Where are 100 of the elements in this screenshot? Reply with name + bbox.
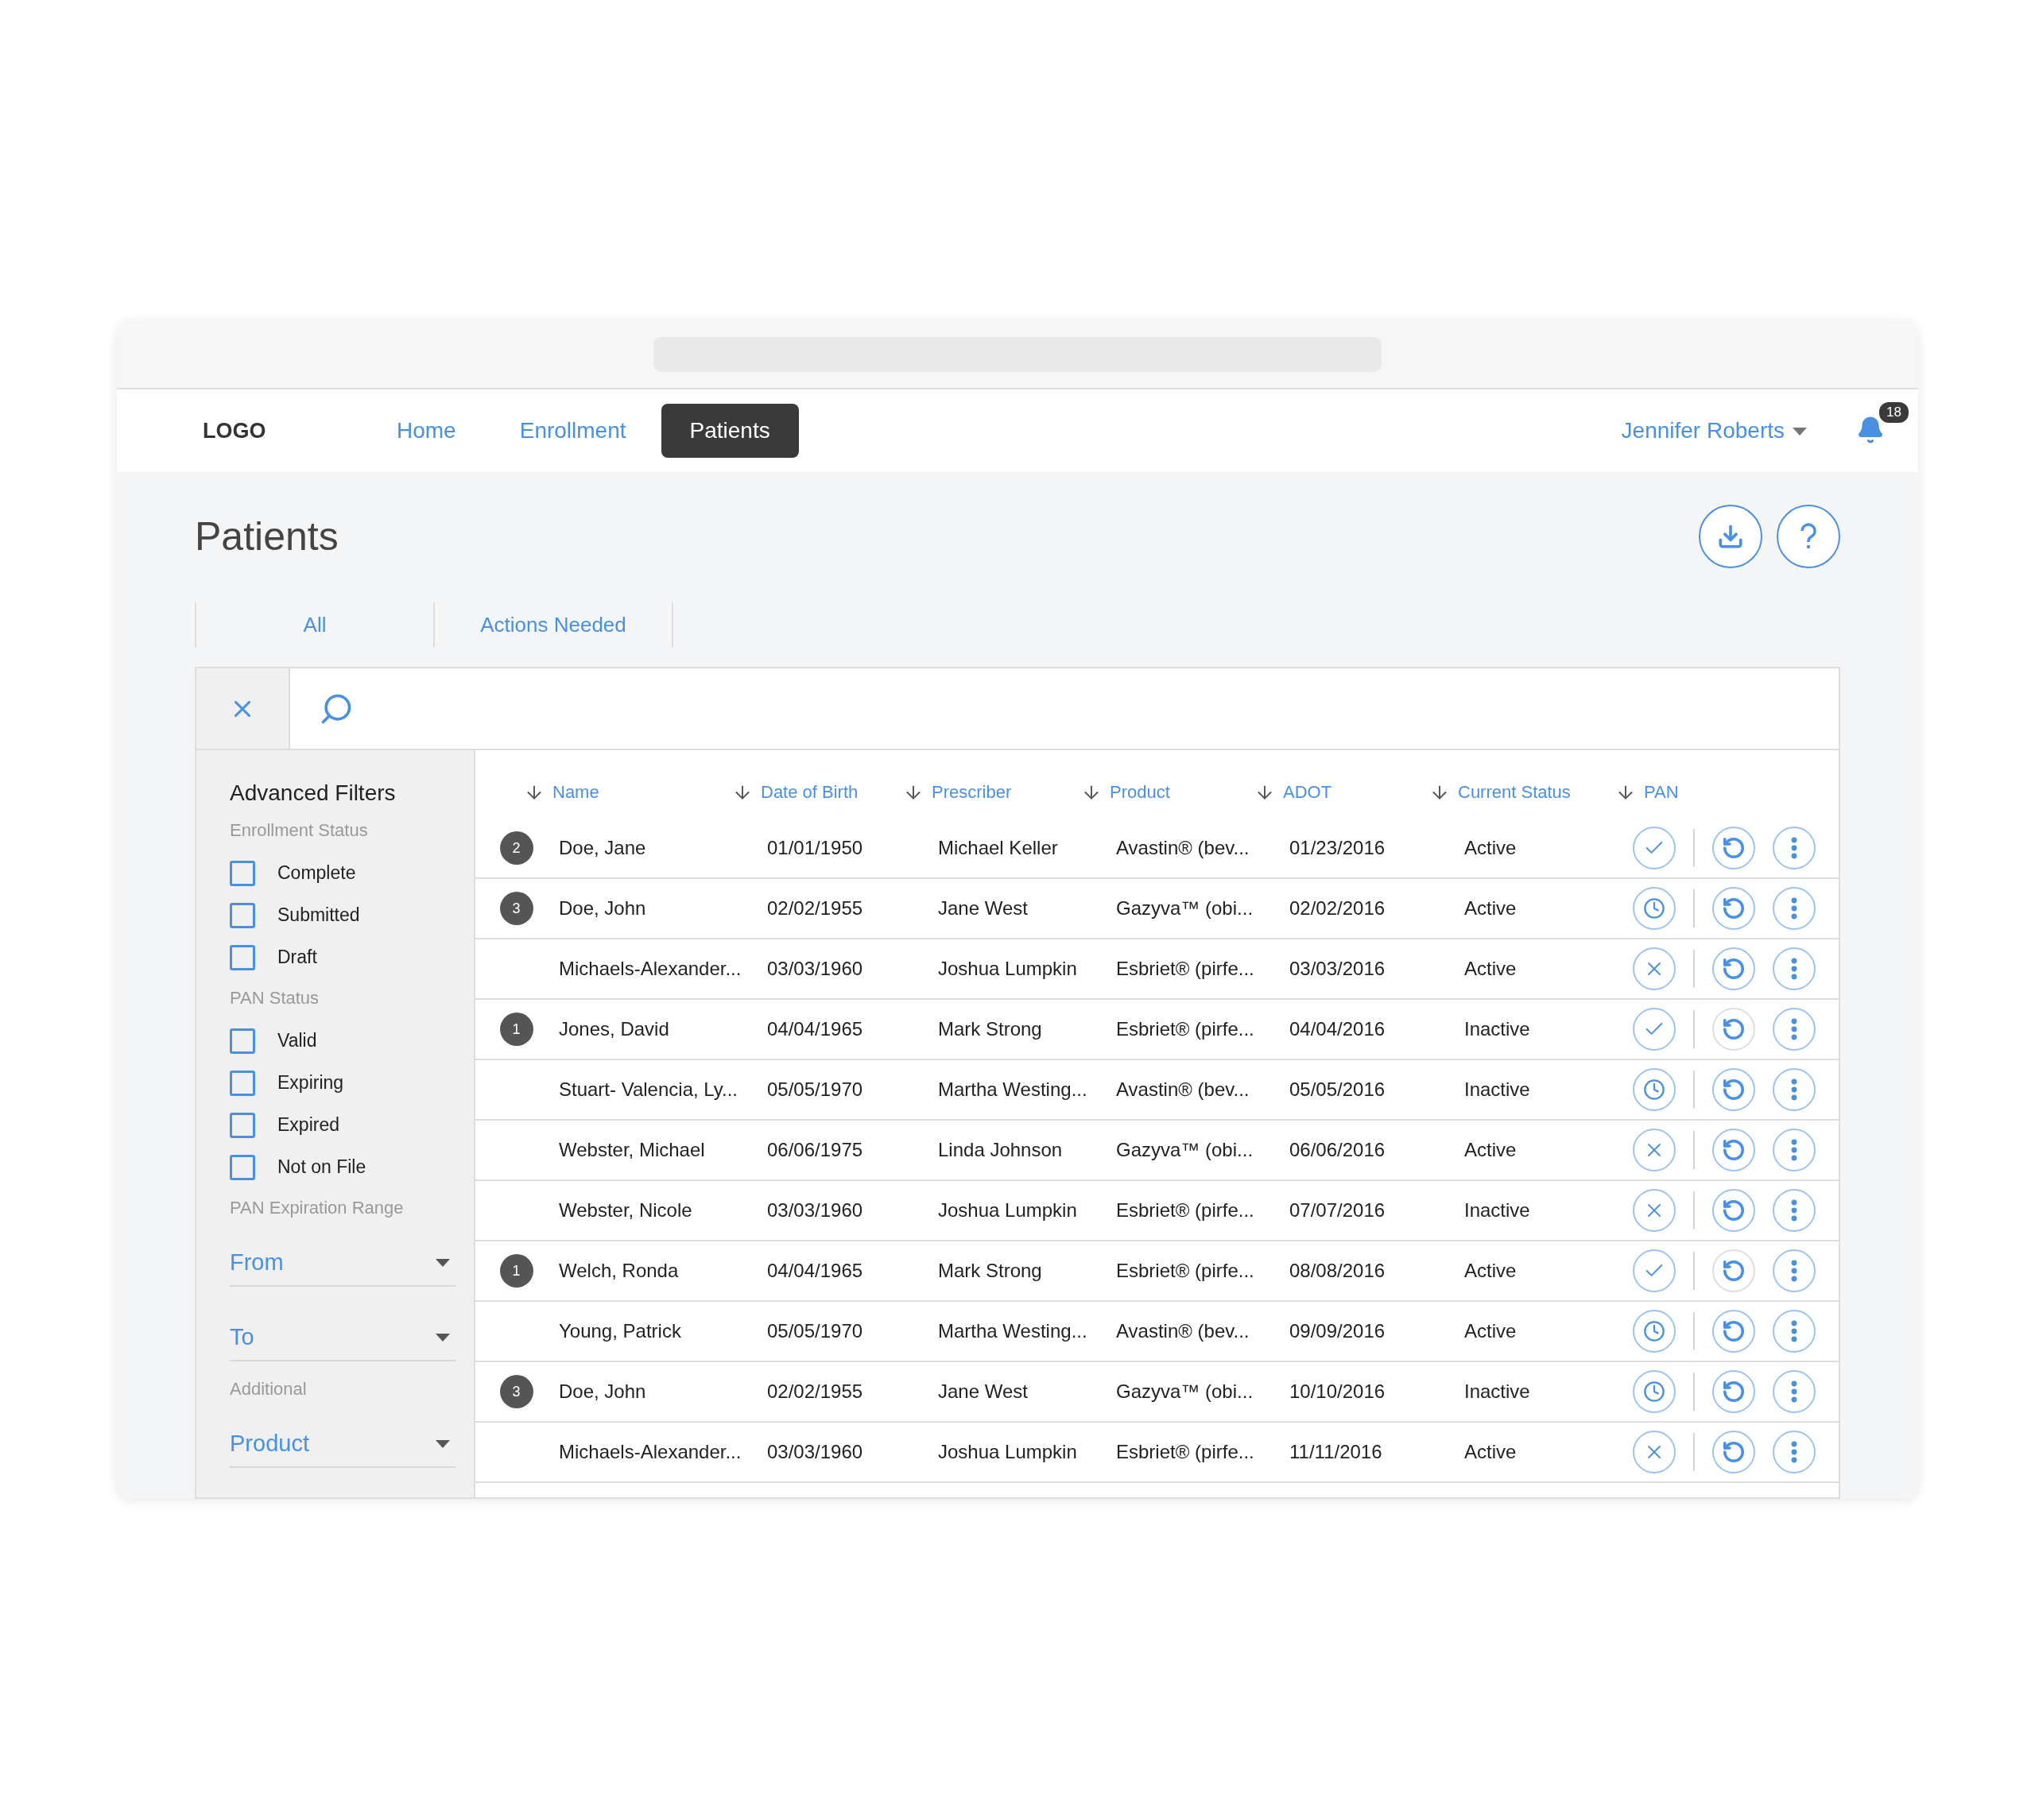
checkbox[interactable] (230, 944, 255, 970)
tab[interactable]: Actions Needed (435, 602, 673, 647)
pan-status-button[interactable] (1633, 1370, 1676, 1413)
more-button[interactable] (1773, 1370, 1816, 1413)
column-header[interactable]: Current Status (1429, 782, 1571, 803)
table-cell-text: Gazyva™ (obi... (1116, 897, 1254, 920)
refresh-button[interactable] (1712, 1431, 1755, 1473)
table-cell-text: Michaels-Alexander... (559, 958, 742, 980)
more-button[interactable] (1773, 1008, 1816, 1051)
column-header[interactable]: PAN (1615, 782, 1679, 803)
table-cell-text: 11/11/2016 (1289, 1441, 1383, 1463)
refresh-button[interactable] (1712, 1008, 1755, 1051)
more-button[interactable] (1773, 1068, 1816, 1111)
help-icon (1799, 523, 1818, 550)
checkbox[interactable] (230, 902, 255, 928)
nav-link[interactable]: Home (368, 404, 485, 458)
more-button[interactable] (1773, 827, 1816, 869)
checkbox-label: Not on File (277, 1156, 366, 1178)
column-header[interactable]: ADOT (1254, 782, 1332, 803)
more-icon (1791, 1018, 1797, 1040)
refresh-button[interactable] (1712, 1249, 1755, 1292)
rotate-icon (1722, 1017, 1746, 1041)
pan-status-button[interactable] (1633, 1129, 1676, 1171)
checkbox[interactable] (230, 860, 255, 886)
filter-heading: Enrollment Status (230, 820, 369, 841)
refresh-button[interactable] (1712, 1310, 1755, 1353)
bell-icon (1856, 415, 1885, 444)
rotate-icon (1722, 896, 1746, 920)
more-icon (1791, 1139, 1797, 1161)
table-cell-text: Gazyva™ (obi... (1116, 1380, 1254, 1403)
table-cell-text: Avastin® (bev... (1116, 1078, 1250, 1101)
checkbox[interactable] (230, 1154, 255, 1180)
tab[interactable]: All (196, 602, 435, 647)
table-cell-text: Joshua Lumpkin (938, 958, 1078, 980)
more-button[interactable] (1773, 947, 1816, 990)
rotate-icon (1722, 1078, 1746, 1102)
pan-status-button[interactable] (1633, 1431, 1676, 1473)
more-icon (1791, 958, 1797, 980)
column-header[interactable]: Date of Birth (732, 782, 859, 803)
table-cell-text: Inactive (1464, 1018, 1531, 1040)
pan-status-button[interactable] (1633, 1189, 1676, 1232)
column-header[interactable]: Product (1081, 782, 1170, 803)
clock-icon (1643, 1320, 1665, 1342)
table-cell-text: 01/01/1950 (767, 837, 864, 859)
table-cell-text: Michaels-Alexander... (559, 1441, 742, 1463)
pan-status-button[interactable] (1633, 827, 1676, 869)
pan-status-button[interactable] (1633, 1310, 1676, 1353)
pan-status-button[interactable] (1633, 887, 1676, 930)
dropdown-field[interactable]: From (230, 1229, 456, 1287)
table-cell-text: Welch, Ronda (559, 1260, 680, 1282)
clock-icon (1643, 1380, 1665, 1403)
rotate-icon (1722, 1138, 1746, 1162)
checkbox[interactable] (230, 1070, 255, 1096)
table-cell-text: Stuart- Valencia, Ly... (559, 1078, 738, 1101)
nav-link[interactable]: Enrollment (490, 404, 655, 458)
refresh-button[interactable] (1712, 827, 1755, 869)
column-header[interactable]: Name (524, 782, 599, 803)
rotate-icon (1722, 1380, 1746, 1404)
refresh-button[interactable] (1712, 1068, 1755, 1111)
user-menu[interactable]: Jennifer Roberts (1621, 418, 1807, 443)
table-cell-text: Joshua Lumpkin (938, 1199, 1078, 1222)
column-header[interactable]: Prescriber (903, 782, 1012, 803)
clock-icon (1643, 897, 1665, 920)
rotate-icon (1722, 957, 1746, 981)
table-cell-text: Inactive (1464, 1078, 1531, 1101)
table-cell-text: 02/02/2016 (1289, 897, 1386, 920)
refresh-button[interactable] (1712, 1370, 1755, 1413)
caret-icon (436, 1257, 450, 1267)
pan-status-button[interactable] (1633, 1008, 1676, 1051)
table-cell-text: Doe, John (559, 897, 647, 920)
checkbox[interactable] (230, 1112, 255, 1138)
dropdown-field[interactable]: Product (230, 1411, 456, 1468)
refresh-button[interactable] (1712, 1129, 1755, 1171)
pan-status-button[interactable] (1633, 947, 1676, 990)
filters-title: Advanced Filters (230, 780, 397, 806)
dropdown-field[interactable]: To (230, 1304, 456, 1361)
caret-icon (436, 1332, 450, 1342)
table-cell-text: Active (1464, 1139, 1518, 1161)
more-button[interactable] (1773, 1189, 1816, 1232)
refresh-button[interactable] (1712, 1189, 1755, 1232)
pan-status-button[interactable] (1633, 1249, 1676, 1292)
more-button[interactable] (1773, 887, 1816, 930)
clock-icon (1643, 1078, 1665, 1101)
checkbox[interactable] (230, 1028, 255, 1054)
table-cell-text: Avastin® (bev... (1116, 1320, 1250, 1342)
count-badge: 1 (499, 1254, 533, 1288)
more-button[interactable] (1773, 1310, 1816, 1353)
more-icon (1791, 1441, 1797, 1463)
nav-link[interactable]: Patients (661, 404, 799, 458)
refresh-button[interactable] (1712, 887, 1755, 930)
pan-status-button[interactable] (1633, 1068, 1676, 1111)
checkbox-label: Submitted (277, 904, 360, 926)
table-cell-text: Inactive (1464, 1199, 1531, 1222)
more-button[interactable] (1773, 1431, 1816, 1473)
table-cell-text: Active (1464, 1441, 1518, 1463)
table-cell-text: Doe, John (559, 1380, 647, 1403)
refresh-button[interactable] (1712, 947, 1755, 990)
more-button[interactable] (1773, 1249, 1816, 1292)
table-cell-text: Mark Strong (938, 1260, 1043, 1282)
more-button[interactable] (1773, 1129, 1816, 1171)
